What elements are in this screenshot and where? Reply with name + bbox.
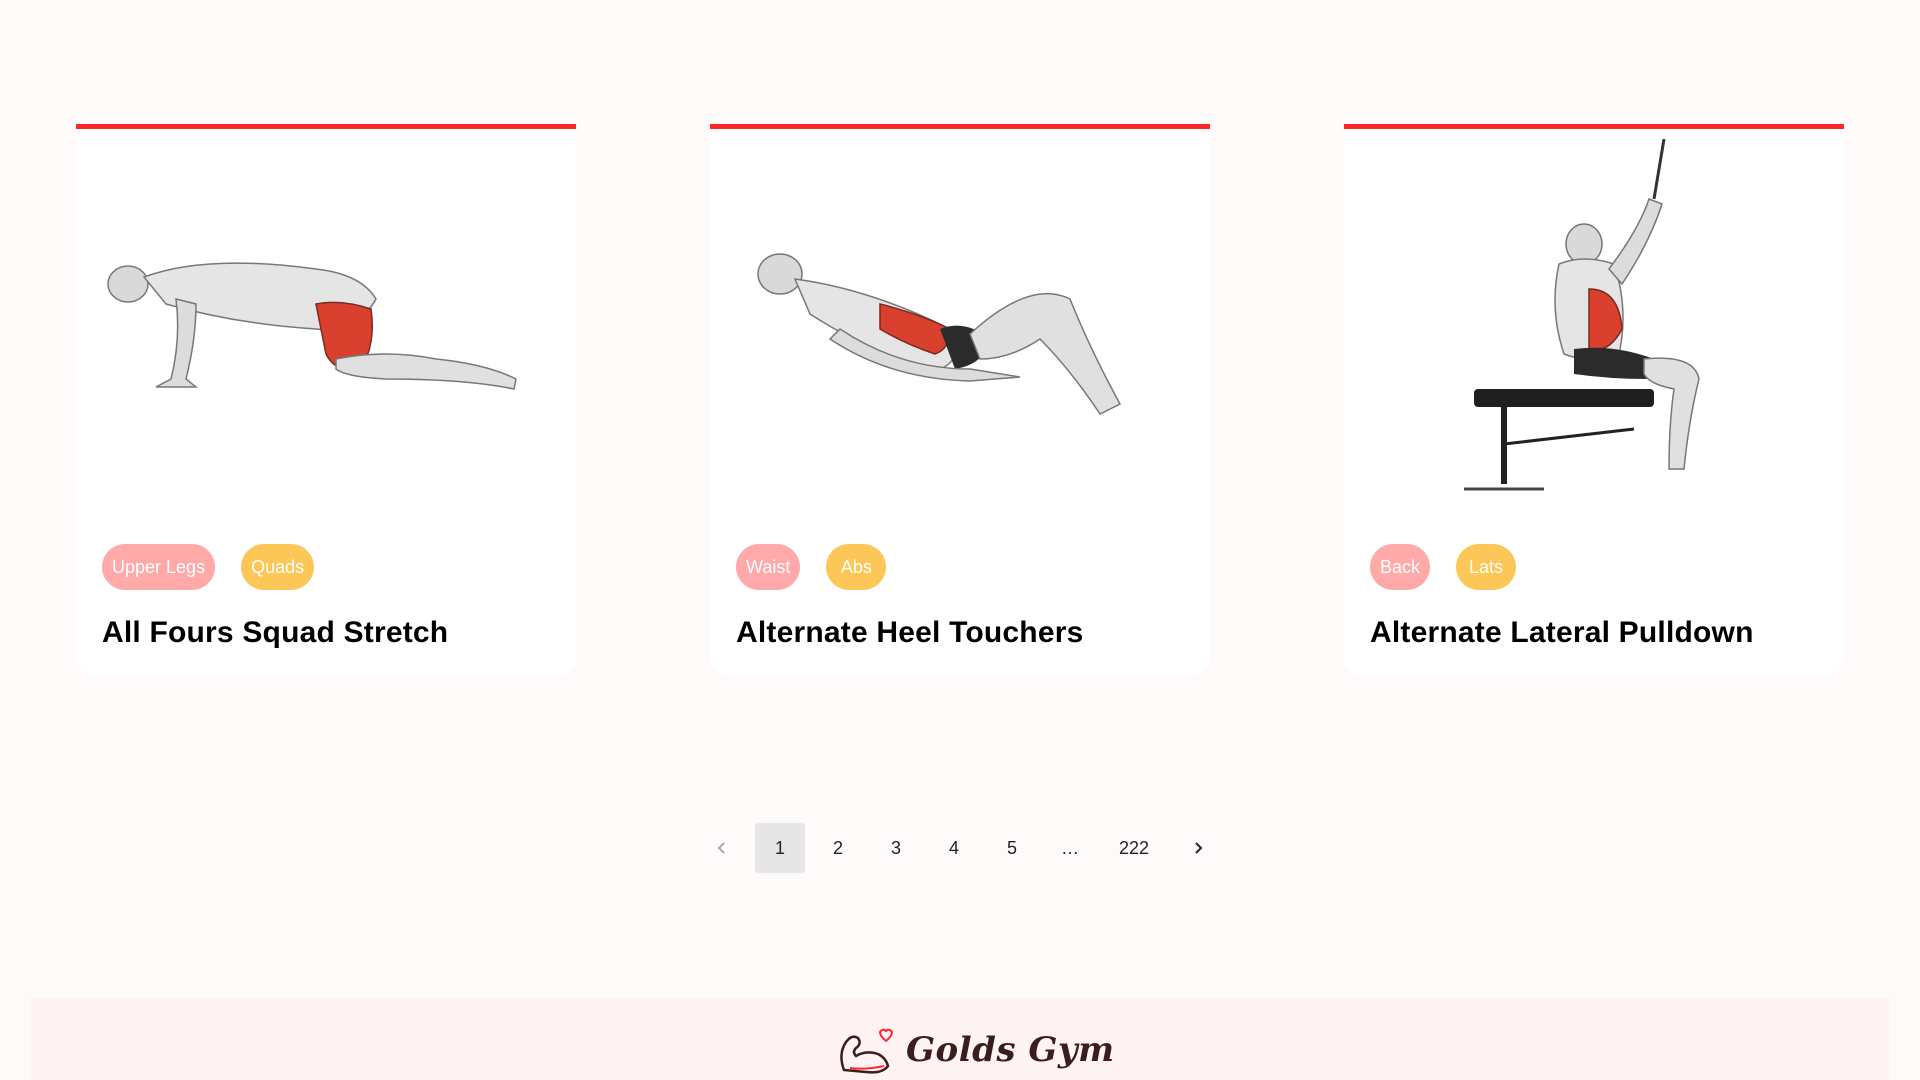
tag-group: Back Lats [1370, 544, 1517, 590]
pagination: 1 2 3 4 5 … 222 [0, 823, 1920, 873]
logo-text: Golds Gym [906, 1030, 1115, 1070]
lying-crunch-illustration-icon [757, 253, 1122, 415]
tag-group: Upper Legs Quads [102, 544, 315, 590]
page-button-1[interactable]: 1 [755, 823, 805, 873]
next-page-button[interactable] [1173, 823, 1223, 873]
exercise-title: Alternate Heel Touchers [736, 616, 1084, 649]
exercise-image [76, 129, 576, 529]
exercise-title: Alternate Lateral Pulldown [1370, 616, 1754, 649]
body-part-tag[interactable]: Waist [736, 544, 801, 590]
flexed-arm-heart-icon [840, 1028, 894, 1074]
page-button-3[interactable]: 3 [871, 823, 921, 873]
kneeling-stretch-illustration-icon [107, 262, 517, 390]
exercise-image [1344, 129, 1844, 529]
exercise-card[interactable]: Upper Legs Quads All Fours Squad Stretch [76, 124, 576, 676]
body-part-tag[interactable]: Upper Legs [102, 544, 216, 590]
page-button-4[interactable]: 4 [929, 823, 979, 873]
body-part-tag[interactable]: Back [1370, 544, 1431, 590]
exercise-cards-grid: Upper Legs Quads All Fours Squad Stretch [76, 124, 1844, 676]
exercise-card[interactable]: Back Lats Alternate Lateral Pulldown [1344, 124, 1844, 676]
target-muscle-tag[interactable]: Lats [1456, 544, 1517, 590]
target-muscle-tag[interactable]: Abs [826, 544, 887, 590]
exercise-card[interactable]: Waist Abs Alternate Heel Touchers [710, 124, 1210, 676]
exercise-image [710, 129, 1210, 529]
footer-logo[interactable]: Golds Gym [836, 1024, 1115, 1076]
page-ellipsis: … [1061, 837, 1079, 858]
page-button-last[interactable]: 222 [1103, 823, 1165, 873]
tag-group: Waist Abs [736, 544, 887, 590]
target-muscle-tag[interactable]: Quads [241, 544, 315, 590]
previous-page-button[interactable] [697, 823, 747, 873]
exercise-title: All Fours Squad Stretch [102, 616, 449, 649]
cable-pulldown-illustration-icon [1464, 139, 1700, 491]
footer: Golds Gym [30, 998, 1890, 1080]
page-button-5[interactable]: 5 [987, 823, 1037, 873]
page-button-2[interactable]: 2 [813, 823, 863, 873]
chevron-left-icon [717, 842, 725, 854]
chevron-right-icon [1195, 842, 1203, 854]
